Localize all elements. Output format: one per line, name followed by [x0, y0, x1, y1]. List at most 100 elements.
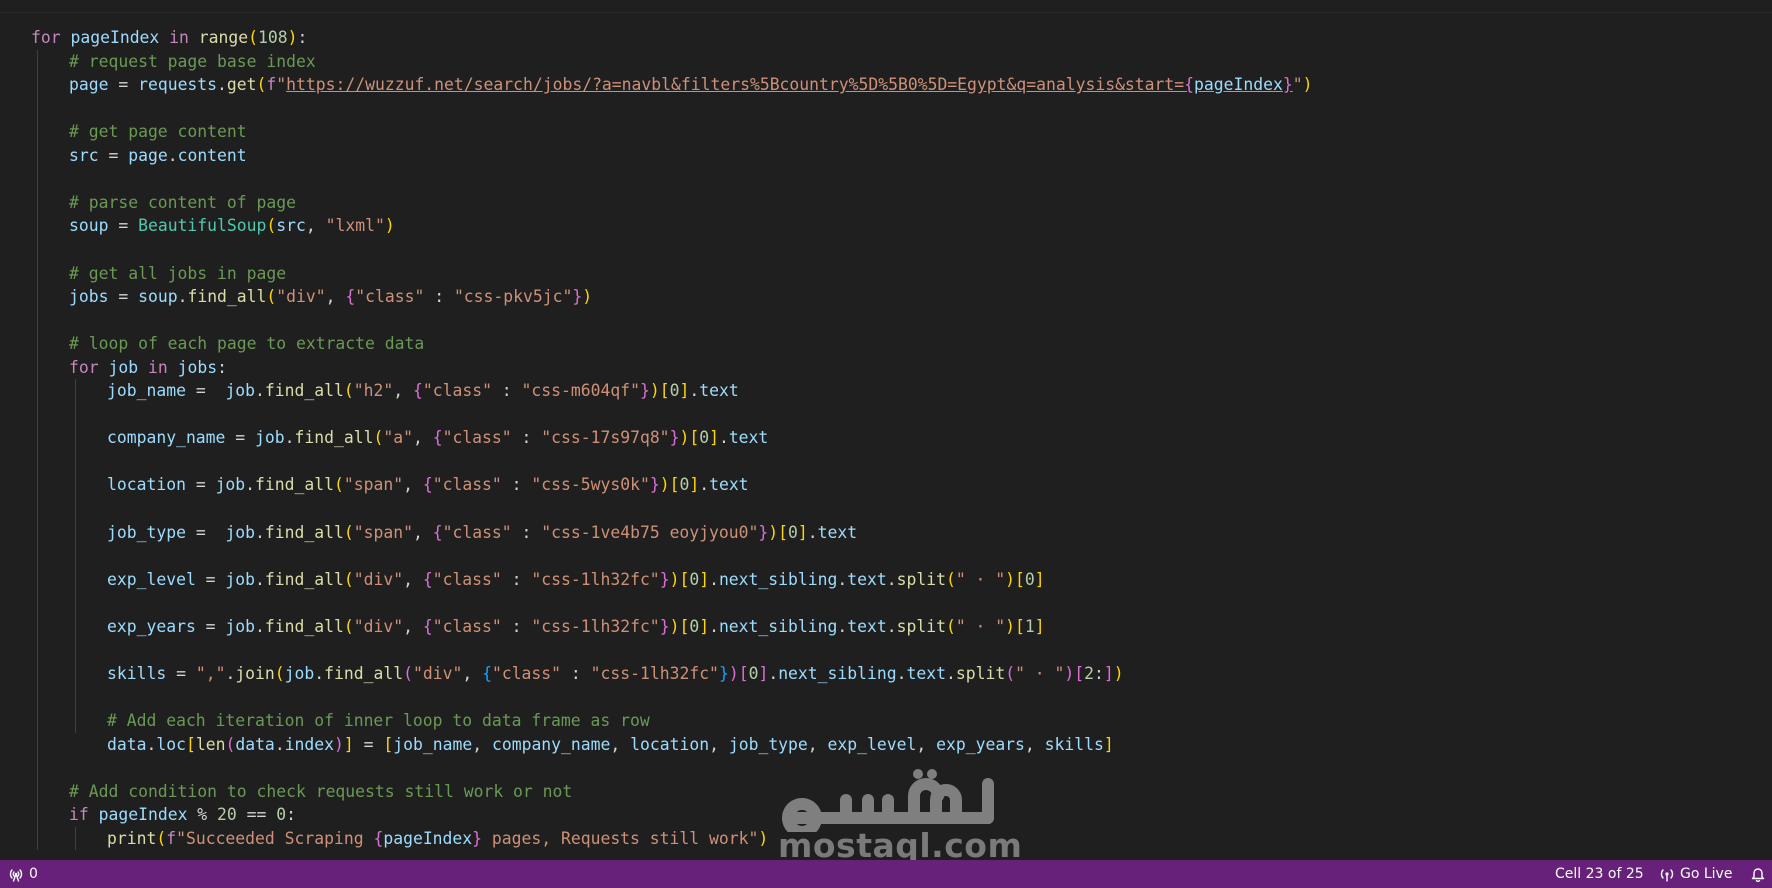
code-line[interactable]: page = requests.get(f"https://wuzzuf.net… — [69, 73, 1312, 97]
remote-status[interactable]: 0 — [8, 860, 38, 888]
code-token: job — [225, 381, 256, 401]
code-line[interactable]: print(f"Succeeded Scraping {pageIndex} p… — [107, 827, 768, 851]
code-token: ] — [689, 475, 700, 495]
code-token: job — [215, 475, 246, 495]
code-token: job — [225, 616, 256, 636]
code-token: location — [107, 475, 186, 495]
code-token: } — [758, 522, 769, 542]
code-token: . — [245, 475, 256, 495]
code-token: } — [718, 663, 729, 683]
code-token: } — [669, 428, 680, 448]
code-token: # request page base index — [69, 51, 316, 71]
code-token: "class" — [432, 569, 502, 589]
code-line[interactable]: for pageIndex in range(108): — [31, 26, 307, 50]
code-line[interactable]: exp_level = job.find_all("div", {"class"… — [107, 568, 1045, 592]
code-token: "a" — [383, 428, 413, 448]
code-line[interactable]: # get page content — [69, 120, 247, 144]
problems-count: 0 — [29, 866, 38, 882]
code-token: requests — [138, 75, 218, 95]
code-token: . — [177, 287, 188, 307]
code-line[interactable]: skills = ",".join(job.find_all("div", {"… — [107, 662, 1124, 686]
code-token: . — [837, 569, 848, 589]
code-line[interactable]: # loop of each page to extracte data — [69, 332, 424, 356]
code-token: ) — [758, 828, 769, 848]
code-token: get — [226, 75, 257, 95]
code-token: ) — [1005, 569, 1016, 589]
code-token: 0 — [679, 475, 690, 495]
code-line[interactable]: jobs = soup.find_all("div", {"class" : "… — [69, 285, 592, 309]
code-line[interactable]: data.loc[len(data.index)] = [job_name, c… — [107, 733, 1114, 757]
code-line[interactable]: location = job.find_all("span", {"class"… — [107, 473, 749, 497]
code-token: # Add each iteration of inner loop to da… — [107, 710, 650, 730]
code-token: pageIndex — [98, 805, 188, 825]
code-line[interactable]: for job in jobs: — [69, 356, 227, 380]
code-token: } — [659, 616, 670, 636]
code-token: ( — [373, 428, 384, 448]
code-token: , — [462, 663, 483, 683]
code-token: = — [353, 734, 384, 754]
code-token: . — [217, 75, 227, 95]
code-line[interactable]: company_name = job.find_all("a", {"class… — [107, 426, 768, 450]
code-token: "class" — [442, 522, 512, 542]
code-token: ( — [266, 287, 277, 307]
code-token: find_all — [324, 663, 404, 683]
code-token: , — [325, 287, 346, 307]
code-token: = — [108, 287, 139, 307]
code-token: ( — [156, 828, 167, 848]
code-line[interactable]: src = page.content — [69, 144, 247, 168]
code-line[interactable]: soup = BeautifulSoup(src, "lxml") — [69, 214, 395, 238]
go-live-button[interactable]: Go Live — [1659, 860, 1732, 888]
code-token: find_all — [294, 428, 374, 448]
code-line[interactable]: # get all jobs in page — [69, 262, 286, 286]
code-token: f — [266, 75, 277, 95]
code-token: ( — [343, 522, 354, 542]
code-token: { — [482, 663, 492, 683]
code-token: find_all — [255, 475, 334, 495]
code-token: "css-17s97q8" — [541, 428, 670, 448]
code-token: " · " — [955, 616, 1006, 636]
code-line[interactable]: # Add condition to check requests still … — [69, 780, 572, 804]
broadcast-icon — [1660, 869, 1674, 882]
code-line[interactable]: if pageIndex % 20 == 0: — [69, 803, 296, 827]
code-token: . — [896, 663, 907, 683]
code-line[interactable]: exp_years = job.find_all("div", {"class"… — [107, 615, 1045, 639]
code-line[interactable]: # request page base index — [69, 50, 316, 74]
code-token: . — [945, 663, 956, 683]
code-token: : — [286, 805, 297, 825]
code-token: exp_level — [107, 569, 196, 589]
code-token: ) — [1113, 663, 1124, 683]
code-token: : — [501, 475, 532, 495]
code-editor[interactable]: for pageIndex in range(108): # request pa… — [0, 26, 1772, 860]
code-token: " — [1292, 75, 1303, 95]
code-token: , — [393, 381, 413, 401]
code-line[interactable]: # parse content of page — [69, 191, 296, 215]
code-line[interactable]: job_name = job.find_all("h2", {"class" :… — [107, 379, 739, 403]
code-token: pageIndex — [383, 828, 473, 848]
code-token: " · " — [1015, 663, 1065, 683]
code-token: find_all — [187, 287, 267, 307]
notifications-button[interactable] — [1750, 860, 1766, 888]
code-line[interactable]: # Add each iteration of inner loop to da… — [107, 709, 650, 733]
code-token: ( — [343, 569, 354, 589]
code-token: ] — [1034, 569, 1045, 589]
code-token: https://wuzzuf.net/search/jobs/?a=navbl&… — [286, 75, 1185, 95]
code-token: job — [255, 428, 285, 448]
code-token: 108 — [258, 28, 288, 47]
code-token: ( — [334, 475, 344, 495]
code-token: ( — [343, 616, 354, 636]
code-token: . — [718, 428, 729, 448]
bell-icon — [1751, 868, 1765, 882]
code-token: , — [412, 522, 433, 542]
code-token: [ — [1015, 616, 1025, 636]
cell-position[interactable]: Cell 23 of 25 — [1555, 860, 1644, 888]
code-line[interactable]: job_type = job.find_all("span", {"class"… — [107, 521, 857, 545]
code-token: : — [501, 616, 532, 636]
status-bar: 0 Cell 23 of 25 Go Live — [0, 860, 1772, 888]
code-token: % — [187, 805, 218, 825]
code-token: job — [225, 569, 256, 589]
code-token: "class" — [422, 381, 492, 401]
code-token: ) — [287, 28, 298, 47]
code-token: data — [235, 734, 275, 754]
